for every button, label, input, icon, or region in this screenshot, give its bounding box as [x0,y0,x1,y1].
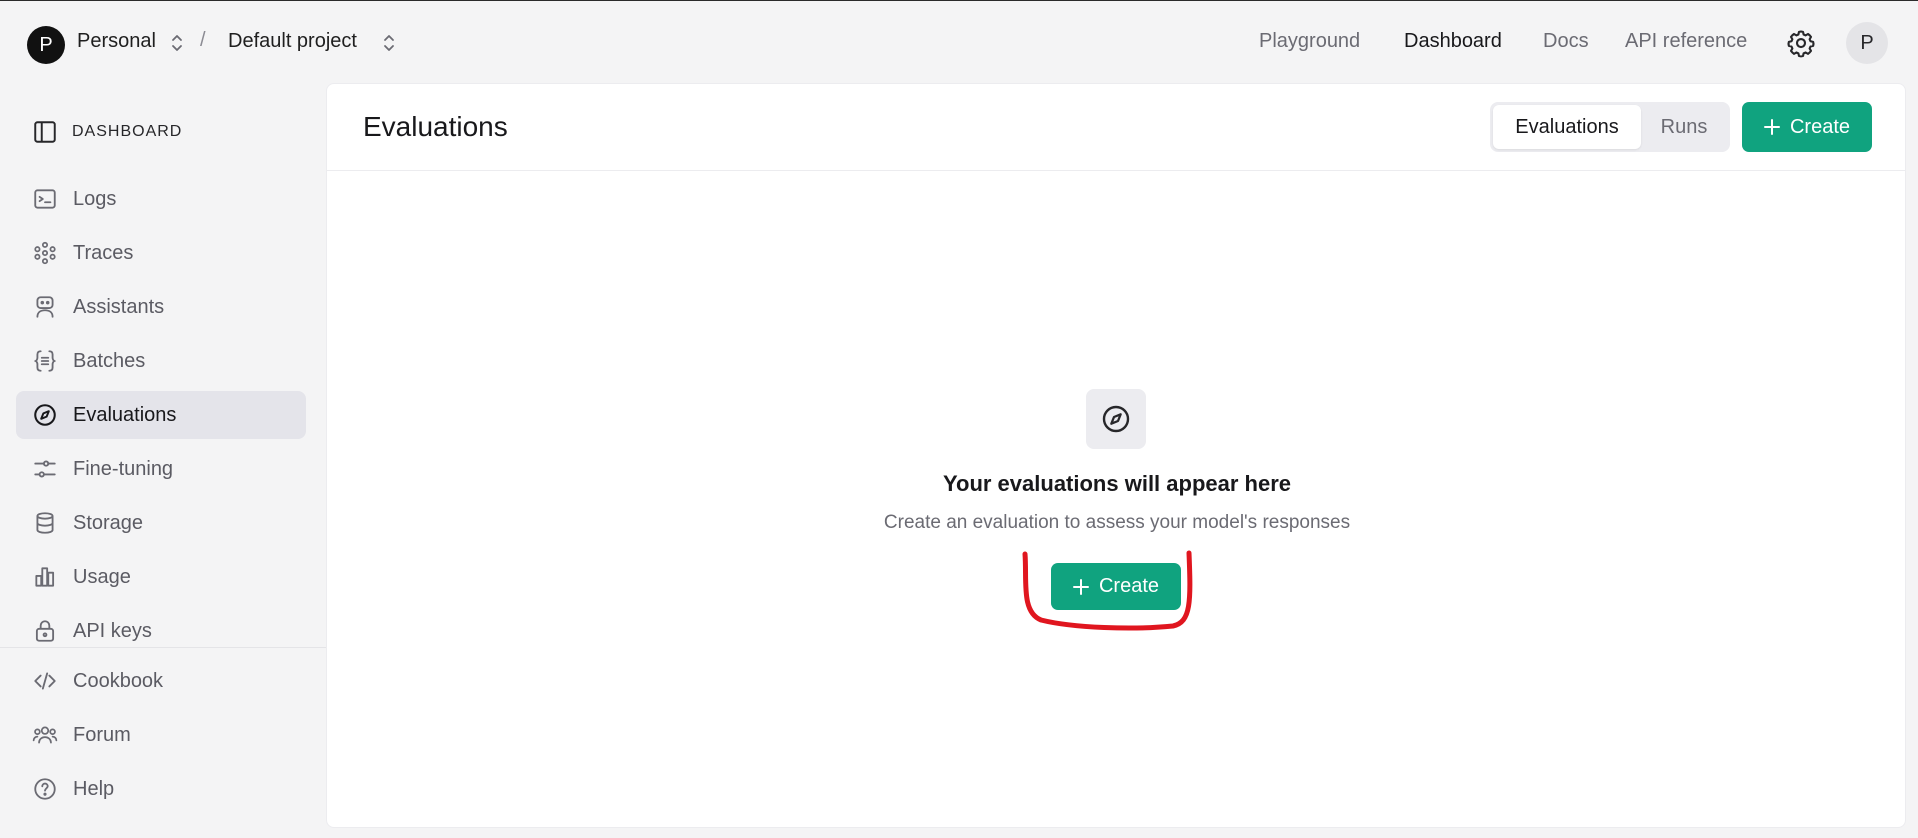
sidebar-item-label: Usage [73,565,131,588]
code-icon [34,672,56,690]
empty-state-icon-box [1086,389,1146,449]
nav-playground[interactable]: Playground [1259,30,1360,53]
sidebar-item-assistants[interactable]: Assistants [16,283,306,331]
org-avatar[interactable]: P [27,26,65,64]
sidebar-item-traces[interactable]: Traces [16,229,306,277]
sidebar-item-label: Cookbook [73,669,164,692]
breadcrumb-separator: / [200,29,206,51]
header-divider [327,170,1905,171]
gear-icon[interactable] [1786,28,1816,58]
sidebar-item-label: Storage [73,511,144,534]
traces-icon [34,241,56,265]
sidebar-item-label: Traces [73,241,134,264]
bar-chart-icon [35,567,55,587]
sidebar-item-batches[interactable]: Batches [16,337,306,385]
view-segmented-control: Evaluations Runs [1490,102,1730,152]
chevron-updown-icon[interactable] [383,32,395,54]
create-button[interactable]: Create [1742,102,1872,152]
tab-runs[interactable]: Runs [1641,105,1727,149]
create-button-label: Create [1789,115,1851,138]
top-header: P Personal / Default project Playground … [0,1,1918,81]
empty-state-subtitle: Create an evaluation to assess your mode… [883,512,1351,533]
sidebar-item-label: Batches [73,349,146,372]
red-annotation-mark [1022,550,1193,631]
nav-docs[interactable]: Docs [1543,30,1589,53]
sidebar-item-label: Fine-tuning [73,457,174,480]
compass-icon [1102,405,1130,433]
page-title: Evaluations [363,111,508,142]
braces-icon [34,350,56,372]
sidebar-item-label: Logs [73,187,117,210]
sidebar-item-label: API keys [73,619,152,642]
sidebar-item-label: Evaluations [73,403,177,426]
sidebar-item-label: Assistants [73,295,165,318]
sidebar-item-help[interactable]: Help [16,765,306,813]
terminal-icon [34,189,56,209]
database-icon [36,512,54,534]
sidebar-item-usage[interactable]: Usage [16,553,306,601]
sidebar-divider [0,647,326,648]
user-avatar[interactable]: P [1846,22,1888,64]
sidebar-toggle-icon[interactable] [32,119,58,145]
sidebar-item-label: Forum [73,723,131,746]
nav-dashboard[interactable]: Dashboard [1404,30,1502,53]
sidebar-item-storage[interactable]: Storage [16,499,306,547]
sidebar-header[interactable]: DASHBOARD [32,117,182,147]
sidebar-item-logs[interactable]: Logs [16,175,306,223]
project-selector[interactable]: Default project [228,30,357,53]
users-icon [32,726,58,744]
empty-state-title: Your evaluations will appear here [942,471,1292,496]
tab-evaluations[interactable]: Evaluations [1493,105,1641,149]
main-panel: Evaluations Evaluations Runs Create Your… [326,83,1906,828]
nav-api-reference[interactable]: API reference [1625,30,1747,53]
sidebar-item-cookbook[interactable]: Cookbook [16,657,306,705]
compass-icon [34,404,56,426]
help-icon [34,778,56,800]
robot-icon [36,296,54,318]
sidebar-item-evaluations[interactable]: Evaluations [16,391,306,439]
sidebar-item-forum[interactable]: Forum [16,711,306,759]
sidebar: DASHBOARD Logs Traces Assistants Batches… [0,81,326,838]
org-selector[interactable]: Personal [77,30,156,53]
sidebar-item-fine-tuning[interactable]: Fine-tuning [16,445,306,493]
sidebar-item-label: Help [73,777,115,800]
sliders-icon [34,460,56,478]
sidebar-section-label: DASHBOARD [72,123,183,140]
plus-icon [1763,119,1780,135]
chevron-updown-icon[interactable] [171,32,183,54]
lock-icon [35,620,55,642]
